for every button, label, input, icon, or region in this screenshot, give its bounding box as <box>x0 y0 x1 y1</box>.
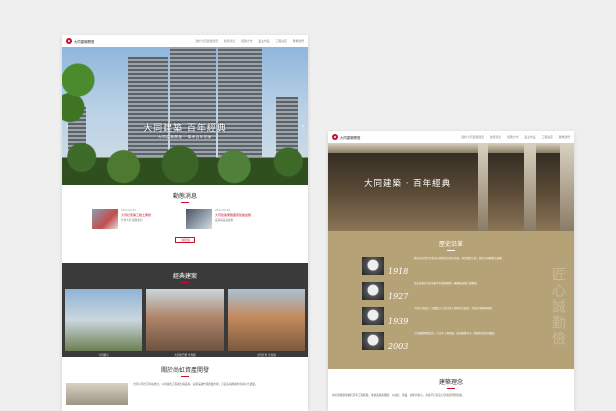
timeline-year: 1939 <box>388 317 409 326</box>
menu-item-works[interactable]: 業主作品 <box>524 135 535 139</box>
brand-mark-icon <box>66 38 72 44</box>
concept-text: 尚虹資產開發秉持百年工程經驗，重視品質與細節，以誠信、專業、創新為核心，為客戶打… <box>332 394 465 397</box>
news-headline[interactable]: 大同建築榮獲國家建築金獎 <box>215 213 251 217</box>
brand-logo[interactable]: 大同建築開發 <box>66 38 94 44</box>
trees-image <box>62 139 308 185</box>
classic-cards: 大同鑽石 大同新巴黎 世界觀 大同世界 帝拉圖 <box>62 283 308 357</box>
brand-logo[interactable]: 大同建築開發 <box>332 134 360 140</box>
history-section: 歷史沿革 1918 林尚志先生於台北市大稻埕成立協志商會，承包營造工程，奠定大同… <box>328 231 574 369</box>
news-section: 動態消息 2022.09.15 大同社宅開工動土典禮 世界大同 開啟新局 202… <box>62 185 308 263</box>
menu-item-progress[interactable]: 工程進度 <box>542 135 553 139</box>
chevron-right-icon[interactable]: › <box>302 123 304 130</box>
about-image <box>66 383 128 405</box>
project-label: 大同鑽石 <box>98 354 109 357</box>
timeline-year: 1927 <box>388 292 409 301</box>
vertical-motto: 匠心誠勤儉 <box>550 267 566 347</box>
menu-item-works[interactable]: 業主作品 <box>258 39 269 43</box>
project-card[interactable]: 大同世界 帝拉圖 <box>227 289 305 357</box>
pillar-image <box>524 143 536 231</box>
project-image <box>146 289 224 351</box>
history-photo <box>362 282 384 300</box>
hero-title: 大同建築 · 百年經典 <box>364 179 452 189</box>
hero-banner: 大同建築 · 百年經典 <box>328 143 574 231</box>
menu-item-about[interactable]: 關於大同建築開發 <box>196 39 218 43</box>
chevron-left-icon[interactable]: ‹ <box>66 123 68 130</box>
menu-item-about[interactable]: 關於大同建築開發 <box>462 135 484 139</box>
news-date: 2022.08.28 <box>215 209 230 212</box>
timeline-row: 1927 協志商會於台北市延平北路興建第一棟鋼筋混凝土建築物。 <box>362 282 532 301</box>
hero-title: 大同建築 百年經典 <box>143 124 227 134</box>
news-item[interactable]: 2022.08.28 大同建築榮獲國家建築金獎 品質與美感並重 <box>186 209 272 229</box>
about-title: 關於尚虹資產開發 <box>62 365 308 377</box>
news-thumbnail <box>92 209 118 229</box>
brand-name: 大同建築開發 <box>340 135 361 140</box>
website-mockup-about: 大同建築開發 關於大同建築開發 動態消息 經典大作 業主作品 工程進度 聯繫我們… <box>328 131 574 411</box>
menu-item-news[interactable]: 動態消息 <box>490 135 501 139</box>
timeline-text: 林尚志先生於台北市大稻埕成立協志商會，承包營造工程，奠定大同建築之基礎。 <box>414 257 505 260</box>
main-menu: 關於大同建築開發 動態消息 經典大作 業主作品 工程進度 聯繫我們 <box>196 39 304 43</box>
history-photo <box>362 307 384 325</box>
menu-item-contact[interactable]: 聯繫我們 <box>559 135 570 139</box>
menu-item-classic[interactable]: 經典大作 <box>507 135 518 139</box>
concept-section: 建築理念 尚虹資產開發秉持百年工程經驗，重視品質與細節，以誠信、專業、創新為核心… <box>328 369 574 398</box>
concept-title: 建築理念 <box>328 377 574 389</box>
classic-title: 經典建案 <box>62 271 308 283</box>
hero-subtitle: 大同建築開發 · 傳承百年的家 <box>157 135 213 139</box>
timeline-text: 大同公司成立，持續投入大型公共工程與住宅建設，打造多項經典地標。 <box>414 307 495 310</box>
more-button[interactable]: 了解更多 <box>175 237 195 243</box>
brand-mark-icon <box>332 134 338 140</box>
top-nav: 大同建築開發 關於大同建築開發 動態消息 經典大作 業主作品 工程進度 聯繫我們 <box>328 131 574 143</box>
news-thumbnail <box>186 209 212 229</box>
news-date: 2022.09.15 <box>121 209 136 212</box>
menu-item-progress[interactable]: 工程進度 <box>276 39 287 43</box>
timeline-row: 1939 大同公司成立，持續投入大型公共工程與住宅建設，打造多項經典地標。 <box>362 307 532 326</box>
project-card[interactable]: 大同新巴黎 世界觀 <box>146 289 224 357</box>
top-nav: 大同建築開發 關於大同建築開發 動態消息 經典大作 業主作品 工程進度 聯繫我們 <box>62 35 308 47</box>
timeline-text: 大同建築開發成立，以百年工程經驗，推出精緻住宅，開創新的居住價值。 <box>414 332 497 335</box>
project-label: 大同世界 帝拉圖 <box>256 354 276 357</box>
news-list: 2022.09.15 大同社宅開工動土典禮 世界大同 開啟新局 2022.08.… <box>62 203 308 229</box>
news-item[interactable]: 2022.09.15 大同社宅開工動土典禮 世界大同 開啟新局 <box>92 209 178 229</box>
news-desc: 品質與美感並重 <box>215 219 234 222</box>
news-headline[interactable]: 大同社宅開工動土典禮 <box>121 213 151 217</box>
founder-photo <box>362 257 384 275</box>
history-timeline: 1918 林尚志先生於台北市大稻埕成立協志商會，承包營造工程，奠定大同建築之基礎… <box>362 257 532 357</box>
timeline-year: 2003 <box>388 342 409 351</box>
news-desc: 世界大同 開啟新局 <box>121 219 143 222</box>
hero-banner: 大同建築 百年經典 大同建築開發 · 傳承百年的家 ‹ › <box>62 47 308 185</box>
timeline-year: 1918 <box>388 267 409 276</box>
project-image <box>65 289 143 351</box>
menu-item-classic[interactable]: 經典大作 <box>241 39 252 43</box>
beam-image <box>328 143 574 153</box>
pillar-image <box>478 143 488 231</box>
menu-item-contact[interactable]: 聯繫我們 <box>293 39 304 43</box>
timeline-row: 1918 林尚志先生於台北市大稻埕成立協志商會，承包營造工程，奠定大同建築之基礎… <box>362 257 532 276</box>
brand-name: 大同建築開發 <box>74 39 95 44</box>
news-title: 動態消息 <box>62 191 308 203</box>
history-title: 歷史沿革 <box>328 239 574 251</box>
history-photo <box>362 332 384 350</box>
project-card[interactable]: 大同鑽石 <box>65 289 143 357</box>
classic-section: 經典建案 大同鑽石 大同新巴黎 世界觀 大同世界 帝拉圖 <box>62 263 308 357</box>
main-menu: 關於大同建築開發 動態消息 經典大作 業主作品 工程進度 聯繫我們 <box>462 135 570 139</box>
menu-item-news[interactable]: 動態消息 <box>224 39 235 43</box>
website-mockup-home: 大同建築開發 關於大同建築開發 動態消息 經典大作 業主作品 工程進度 聯繫我們… <box>62 35 308 411</box>
about-text: 大同公司於百年前成立，以紮實的工程實力與品質，長期深耕台灣建築市場，打造多項經典… <box>133 383 258 386</box>
timeline-row: 2003 大同建築開發成立，以百年工程經驗，推出精緻住宅，開創新的居住價值。 <box>362 332 532 351</box>
timeline-text: 協志商會於台北市延平北路興建第一棟鋼筋混凝土建築物。 <box>414 282 480 285</box>
project-label: 大同新巴黎 世界觀 <box>174 354 196 357</box>
project-image <box>227 289 305 351</box>
about-section: 關於尚虹資產開發 大同公司於百年前成立，以紮實的工程實力與品質，長期深耕台灣建築… <box>62 357 308 405</box>
pillar-image <box>560 143 574 231</box>
